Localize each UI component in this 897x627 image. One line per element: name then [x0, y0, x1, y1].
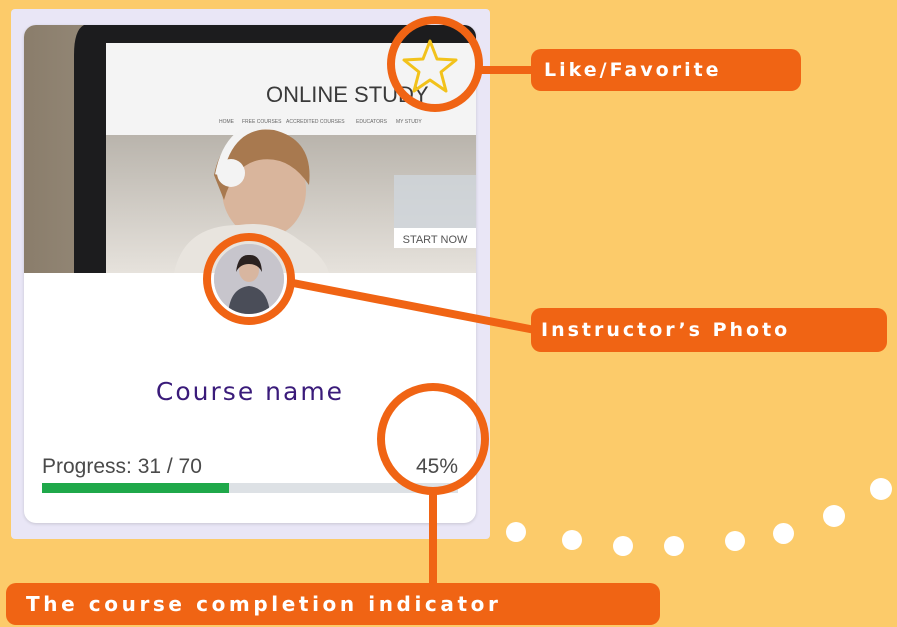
- decorative-dot: [562, 530, 582, 550]
- decorative-dot: [613, 536, 633, 556]
- nav-item-educators: EDUCATORS: [356, 119, 388, 125]
- nav-item-my-study: MY STUDY: [396, 119, 422, 125]
- decorative-dot: [506, 522, 526, 542]
- progress-track: [42, 483, 458, 493]
- decorative-dot: [870, 478, 892, 500]
- decorative-dot: [823, 505, 845, 527]
- progress-percent: 45%: [415, 455, 458, 478]
- progress-label: Progress: 31 / 70: [42, 455, 202, 478]
- instructor-photo: [214, 244, 284, 314]
- decorative-dot: [725, 531, 745, 551]
- decorative-dot: [664, 536, 684, 556]
- progress-fill: [42, 483, 230, 493]
- start-now-label: START NOW: [403, 234, 468, 246]
- course-image: START NOW ONLINE STUDY HOME FREE COURSES…: [24, 25, 476, 273]
- site-title: ONLINE STUDY: [266, 82, 429, 107]
- nav-item-home: HOME: [219, 119, 235, 125]
- course-title[interactable]: Course name: [24, 377, 476, 406]
- completion-callout: The course completion indicator: [6, 583, 660, 625]
- instructor-avatar[interactable]: [214, 244, 284, 314]
- favorite-callout: Like/Favorite: [531, 49, 801, 91]
- instructor-callout: Instructor’s Photo: [531, 308, 887, 352]
- decorative-dot: [773, 523, 794, 544]
- nav-item-free-courses: FREE COURSES: [242, 119, 282, 125]
- nav-item-accredited: ACCREDITED COURSES: [286, 119, 345, 125]
